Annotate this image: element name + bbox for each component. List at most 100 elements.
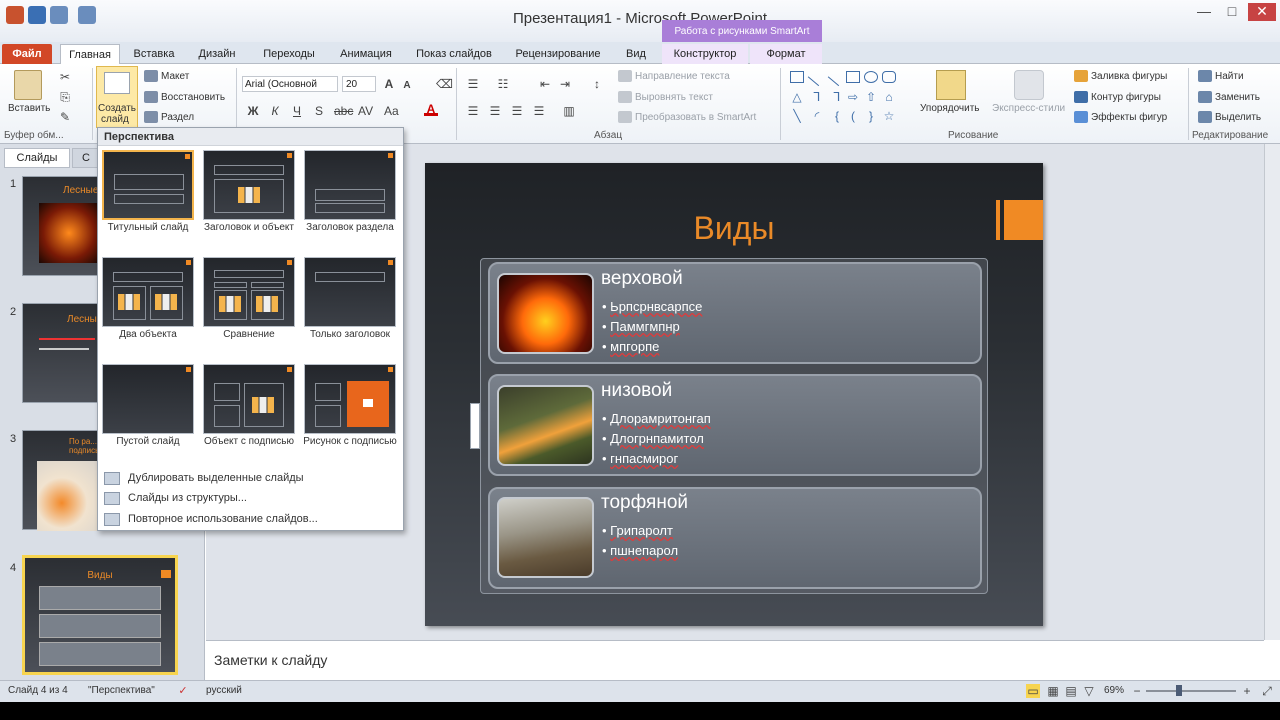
arrange-icon[interactable] xyxy=(936,70,966,100)
elbow-shape-icon[interactable]: ⅂ xyxy=(830,90,844,104)
bold-icon[interactable]: Ж xyxy=(246,104,260,118)
columns-icon[interactable]: ▥ xyxy=(562,104,576,118)
zoom-out-icon[interactable]: − xyxy=(1130,684,1144,698)
sorter-view-icon[interactable]: ▦ xyxy=(1046,684,1060,698)
maximize-button[interactable]: □ xyxy=(1218,3,1246,21)
layout-two-content[interactable] xyxy=(102,257,194,327)
align-left-icon[interactable]: ☰ xyxy=(466,104,480,118)
tab-file[interactable]: Файл xyxy=(2,44,52,64)
spacing-icon[interactable]: AV xyxy=(358,104,373,118)
normal-view-icon[interactable]: ▭ xyxy=(1026,684,1040,698)
paste-icon[interactable] xyxy=(14,70,42,100)
brace-right-shape-icon[interactable]: } xyxy=(864,109,878,123)
curve-shape-icon[interactable]: ╲ xyxy=(790,109,804,123)
cut-icon[interactable]: ✂ xyxy=(58,70,72,84)
reading-view-icon[interactable]: ▤ xyxy=(1064,684,1078,698)
italic-icon[interactable]: К xyxy=(268,104,282,118)
find-button[interactable]: Найти xyxy=(1198,70,1244,82)
paren-shape-icon[interactable]: ( xyxy=(846,109,860,123)
zoom-slider[interactable] xyxy=(1146,690,1236,692)
layout-comparison[interactable] xyxy=(203,257,295,327)
spellcheck-icon[interactable]: ✓ xyxy=(176,684,190,698)
oval-shape-icon[interactable] xyxy=(864,71,878,83)
reuse-slides-menu-item[interactable]: Повторное использование слайдов... xyxy=(104,510,318,528)
star-shape-icon[interactable]: ☆ xyxy=(882,109,896,123)
align-right-icon[interactable]: ☰ xyxy=(510,104,524,118)
layout-button[interactable]: Макет xyxy=(144,70,189,82)
minimize-button[interactable]: — xyxy=(1190,3,1218,21)
quick-styles-icon[interactable] xyxy=(1014,70,1044,100)
tab-review[interactable]: Рецензирование xyxy=(506,44,610,64)
replace-button[interactable]: Заменить xyxy=(1198,91,1260,103)
shrink-font-icon[interactable]: A xyxy=(400,79,414,93)
reset-button[interactable]: Восстановить xyxy=(144,91,225,103)
up-arrow-shape-icon[interactable]: ⇧ xyxy=(864,90,878,104)
change-case-icon[interactable]: Aa xyxy=(384,104,399,118)
layout-title-only[interactable] xyxy=(304,257,396,327)
section-button[interactable]: Раздел xyxy=(144,111,194,123)
copy-icon[interactable]: ⎘ xyxy=(58,90,72,104)
shape-outline-button[interactable]: Контур фигуры xyxy=(1074,91,1161,103)
pentagon-shape-icon[interactable]: ⌂ xyxy=(882,90,896,104)
font-name-select[interactable]: Arial (Основной xyxy=(242,76,338,92)
tab-outline[interactable]: С xyxy=(72,148,100,168)
zoom-slider-thumb[interactable] xyxy=(1176,685,1182,696)
layout-title-content[interactable] xyxy=(203,150,295,220)
bullets-icon[interactable]: ☰ xyxy=(466,77,480,91)
layout-section-header[interactable] xyxy=(304,150,396,220)
zoom-in-icon[interactable]: + xyxy=(1240,684,1254,698)
right-arrow-shape-icon[interactable]: ⇨ xyxy=(846,90,860,104)
slide-title[interactable]: Виды xyxy=(425,210,1043,247)
triangle-shape-icon[interactable]: △ xyxy=(790,90,804,104)
shape-fill-button[interactable]: Заливка фигуры xyxy=(1074,70,1167,82)
convert-smartart-button[interactable]: Преобразовать в SmartArt xyxy=(618,111,756,123)
fit-to-window-icon[interactable]: ⤢ xyxy=(1260,684,1274,698)
layout-blank[interactable] xyxy=(102,364,194,434)
brace-left-shape-icon[interactable]: { xyxy=(830,109,844,123)
justify-icon[interactable]: ☰ xyxy=(532,104,546,118)
freeform-shape-icon[interactable]: ◜ xyxy=(810,109,824,123)
language[interactable]: русский xyxy=(206,685,242,696)
tab-slideshow[interactable]: Показ слайдов xyxy=(408,44,500,64)
increase-indent-icon[interactable]: ⇥ xyxy=(558,77,572,91)
connector-shape-icon[interactable]: ⅂ xyxy=(810,90,824,104)
vertical-scrollbar[interactable] xyxy=(1264,144,1280,640)
quick-styles-button[interactable]: Экспресс-стили xyxy=(992,103,1065,114)
strikethrough-icon[interactable]: abc xyxy=(334,104,353,118)
tab-constructor[interactable]: Конструктор xyxy=(662,44,748,64)
numbering-icon[interactable]: ☷ xyxy=(496,77,510,91)
shape-effects-button[interactable]: Эффекты фигур xyxy=(1074,111,1167,123)
tab-transitions[interactable]: Переходы xyxy=(254,44,324,64)
close-button[interactable]: ✕ xyxy=(1248,3,1276,21)
shadow-icon[interactable]: S xyxy=(312,104,326,118)
slide-thumbnail-4[interactable]: Виды xyxy=(22,555,178,675)
tab-home[interactable]: Главная xyxy=(60,44,120,65)
slides-from-outline-menu-item[interactable]: Слайды из структуры... xyxy=(104,489,247,507)
decrease-indent-icon[interactable]: ⇤ xyxy=(538,77,552,91)
font-color-icon[interactable]: A xyxy=(424,102,438,116)
duplicate-slides-menu-item[interactable]: Дублировать выделенные слайды xyxy=(104,469,304,487)
smartart-text-pane-toggle[interactable] xyxy=(470,403,480,449)
arrange-button[interactable]: Упорядочить xyxy=(920,103,980,114)
rectangle-shape-icon[interactable] xyxy=(846,71,860,83)
tab-design[interactable]: Дизайн xyxy=(188,44,246,64)
grow-font-icon[interactable]: A xyxy=(382,77,396,91)
clear-format-icon[interactable]: ⌫ xyxy=(436,77,453,91)
text-direction-button[interactable]: Направление текста xyxy=(618,70,730,82)
tab-view[interactable]: Вид xyxy=(616,44,656,64)
tab-insert[interactable]: Вставка xyxy=(126,44,182,64)
tab-format[interactable]: Формат xyxy=(750,44,822,64)
notes-pane[interactable] xyxy=(206,640,1264,680)
select-button[interactable]: Выделить xyxy=(1198,111,1261,123)
align-text-button[interactable]: Выровнять текст xyxy=(618,91,713,103)
paste-button[interactable]: Вставить xyxy=(8,103,50,114)
rounded-rect-shape-icon[interactable] xyxy=(882,71,896,83)
font-size-select[interactable]: 20 xyxy=(342,76,376,92)
textbox-shape-icon[interactable] xyxy=(790,71,804,83)
slideshow-view-icon[interactable]: ▽ xyxy=(1082,684,1096,698)
format-painter-icon[interactable]: ✎ xyxy=(58,110,72,124)
layout-picture-caption[interactable] xyxy=(304,364,396,434)
align-center-icon[interactable]: ☰ xyxy=(488,104,502,118)
tab-animations[interactable]: Анимация xyxy=(330,44,402,64)
zoom-level[interactable]: 69% xyxy=(1104,685,1124,696)
